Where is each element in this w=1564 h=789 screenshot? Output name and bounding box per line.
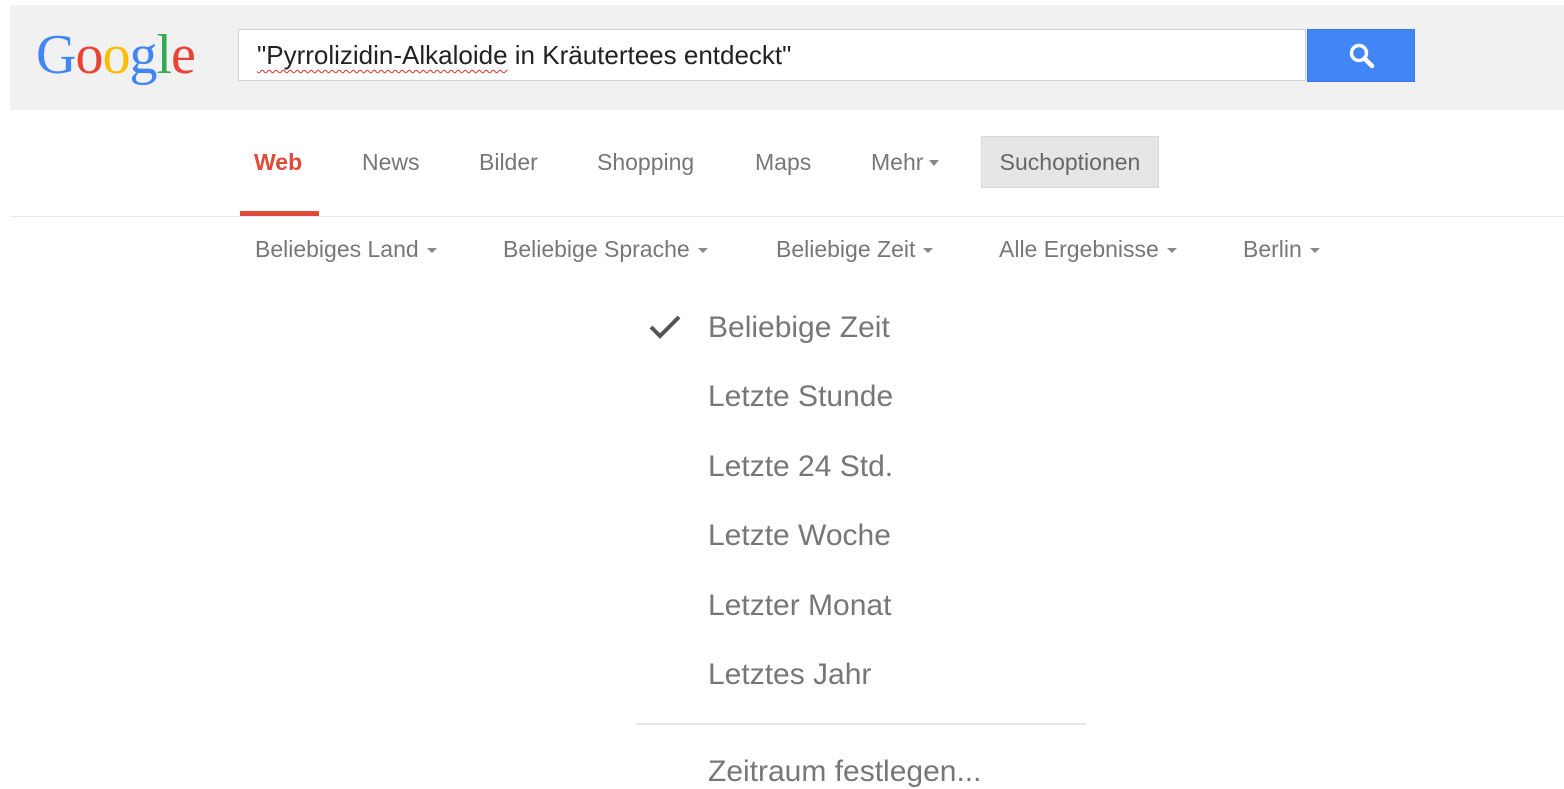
filter-language[interactable]: Beliebige Sprache bbox=[503, 232, 708, 266]
time-option-24h[interactable]: Letzte 24 Std. bbox=[708, 447, 893, 487]
search-button[interactable] bbox=[1307, 29, 1415, 82]
tab-news[interactable]: News bbox=[362, 140, 420, 184]
time-filter-menu: Beliebige Zeit Letzte Stunde Letzte 24 S… bbox=[636, 300, 1086, 789]
time-option-any[interactable]: Beliebige Zeit bbox=[708, 308, 890, 348]
search-query-text: "Pyrrolizidin-Alkaloide in Kräutertees e… bbox=[257, 40, 791, 71]
tab-maps[interactable]: Maps bbox=[755, 140, 811, 184]
time-option-year[interactable]: Letztes Jahr bbox=[708, 655, 871, 695]
filter-location[interactable]: Berlin bbox=[1243, 232, 1320, 266]
search-query-misspelled: "Pyrrolizidin-Alkaloide bbox=[257, 40, 508, 70]
search-icon bbox=[1349, 43, 1375, 69]
caret-down-icon bbox=[697, 248, 708, 253]
caret-down-icon bbox=[1309, 248, 1320, 253]
filter-time-label: Beliebige Zeit bbox=[776, 236, 916, 262]
header-divider bbox=[10, 216, 1564, 217]
time-option-week[interactable]: Letzte Woche bbox=[708, 516, 891, 556]
caret-down-icon bbox=[929, 160, 940, 166]
filter-location-label: Berlin bbox=[1243, 236, 1302, 262]
check-icon bbox=[649, 315, 681, 339]
filter-country[interactable]: Beliebiges Land bbox=[255, 232, 437, 266]
caret-down-icon bbox=[1166, 248, 1177, 253]
time-option-custom-range[interactable]: Zeitraum festlegen... bbox=[708, 752, 981, 789]
tab-more-label: Mehr bbox=[871, 149, 924, 175]
time-option-month[interactable]: Letzter Monat bbox=[708, 586, 891, 626]
time-option-hour[interactable]: Letzte Stunde bbox=[708, 377, 893, 417]
filter-language-label: Beliebige Sprache bbox=[503, 236, 690, 262]
caret-down-icon bbox=[923, 248, 934, 253]
filter-country-label: Beliebiges Land bbox=[255, 236, 419, 262]
google-logo[interactable]: Google bbox=[36, 18, 196, 92]
search-input[interactable]: "Pyrrolizidin-Alkaloide in Kräutertees e… bbox=[238, 29, 1306, 81]
filter-results-label: Alle Ergebnisse bbox=[999, 236, 1159, 262]
filter-results[interactable]: Alle Ergebnisse bbox=[999, 232, 1177, 266]
search-tools-button[interactable]: Suchoptionen bbox=[981, 136, 1159, 188]
caret-down-icon bbox=[426, 248, 437, 253]
tab-shopping[interactable]: Shopping bbox=[597, 140, 694, 184]
tab-bilder[interactable]: Bilder bbox=[479, 140, 538, 184]
search-query-rest: in Kräutertees entdeckt" bbox=[507, 40, 792, 70]
menu-divider bbox=[636, 723, 1086, 725]
tab-web[interactable]: Web bbox=[254, 140, 302, 184]
filter-time[interactable]: Beliebige Zeit bbox=[776, 232, 934, 266]
tab-more[interactable]: Mehr bbox=[871, 140, 940, 184]
